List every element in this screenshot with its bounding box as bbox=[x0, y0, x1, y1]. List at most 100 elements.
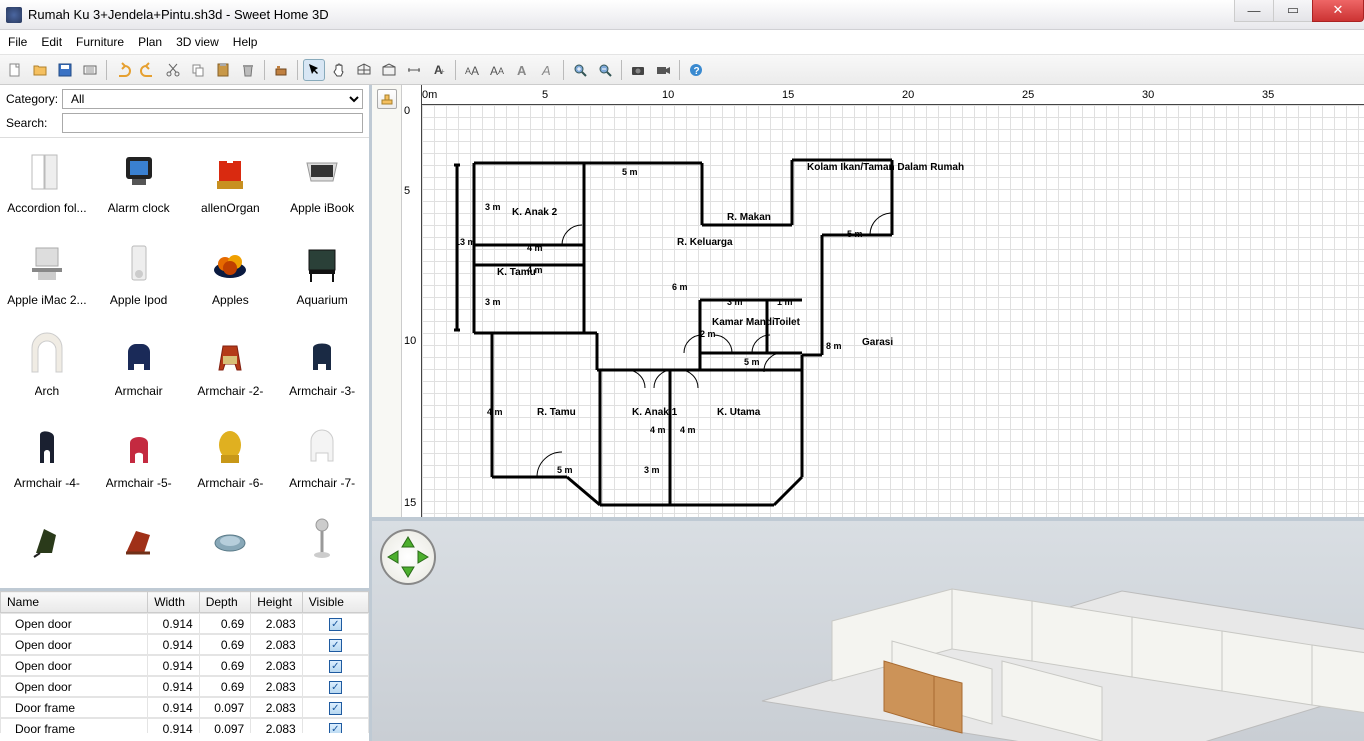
close-button[interactable]: ✕ bbox=[1312, 0, 1364, 22]
catalog-item[interactable]: Apple iMac 2... bbox=[2, 236, 92, 322]
visible-checkbox[interactable]: ✓ bbox=[329, 702, 342, 715]
visible-checkbox[interactable]: ✓ bbox=[329, 723, 342, 733]
menu-edit[interactable]: Edit bbox=[41, 35, 62, 49]
menu-3d-view[interactable]: 3D view bbox=[176, 35, 219, 49]
zoom-out-button[interactable] bbox=[594, 59, 616, 81]
furniture-table[interactable]: NameWidthDepthHeightVisible Open door0.9… bbox=[0, 591, 369, 741]
catalog-thumb bbox=[292, 419, 352, 474]
catalog-item[interactable]: Apple Ipod bbox=[94, 236, 184, 322]
help-button[interactable]: ? bbox=[685, 59, 707, 81]
catalog-item[interactable]: Apple iBook bbox=[277, 144, 367, 230]
add-furniture-button[interactable] bbox=[270, 59, 292, 81]
ruler-vertical: 051015 bbox=[402, 85, 422, 517]
visible-checkbox[interactable]: ✓ bbox=[329, 639, 342, 652]
ftable-header[interactable]: Name bbox=[1, 592, 148, 613]
ftable-header[interactable]: Width bbox=[148, 592, 200, 613]
create-photo-button[interactable] bbox=[627, 59, 649, 81]
category-select[interactable]: All bbox=[62, 89, 363, 109]
delete-button[interactable] bbox=[237, 59, 259, 81]
table-row[interactable]: Door frame0.9140.0972.083✓ bbox=[0, 697, 369, 718]
create-rooms-tool[interactable] bbox=[378, 59, 400, 81]
catalog-item[interactable]: Arch bbox=[2, 327, 92, 413]
table-row[interactable]: Open door0.9140.692.083✓ bbox=[0, 655, 369, 676]
dimension-label: 8 m bbox=[826, 341, 842, 351]
cut-button[interactable] bbox=[162, 59, 184, 81]
catalog-item[interactable]: Armchair -3- bbox=[277, 327, 367, 413]
catalog-item[interactable]: Armchair -5- bbox=[94, 419, 184, 505]
catalog-item-name: Accordion fol... bbox=[7, 201, 86, 215]
catalog-item-name: allenOrgan bbox=[201, 201, 260, 215]
copy-button[interactable] bbox=[187, 59, 209, 81]
catalog-item-name: Armchair bbox=[115, 384, 163, 398]
catalog-item-name: Apple iBook bbox=[290, 201, 354, 215]
catalog-item-name: Aquarium bbox=[296, 293, 347, 307]
menu-help[interactable]: Help bbox=[233, 35, 258, 49]
catalog-item[interactable]: Armchair -2- bbox=[186, 327, 276, 413]
catalog-item[interactable]: Aquarium bbox=[277, 236, 367, 322]
plan-area[interactable]: 0m5101520253035 051015 bbox=[402, 85, 1364, 517]
ftable-header[interactable]: Depth bbox=[199, 592, 251, 613]
undo-button[interactable] bbox=[112, 59, 134, 81]
menu-file[interactable]: File bbox=[8, 35, 27, 49]
catalog-thumb bbox=[109, 327, 169, 382]
paste-button[interactable] bbox=[212, 59, 234, 81]
preferences-button[interactable] bbox=[79, 59, 101, 81]
catalog-item[interactable]: Armchair bbox=[94, 327, 184, 413]
save-button[interactable] bbox=[54, 59, 76, 81]
view-3d[interactable] bbox=[372, 521, 1364, 741]
create-video-button[interactable] bbox=[652, 59, 674, 81]
floor-plan: K. Anak 2K. TamuR. KeluargaR. MakanKamar… bbox=[422, 105, 1364, 517]
dimension-label: 5 m bbox=[557, 465, 573, 475]
catalog-item[interactable]: Armchair -7- bbox=[277, 419, 367, 505]
catalog-item[interactable] bbox=[2, 510, 92, 582]
create-dimensions-tool[interactable] bbox=[403, 59, 425, 81]
catalog-item-name: Armchair -6- bbox=[197, 476, 263, 490]
toolbar: A+ AA AA A A ? bbox=[0, 55, 1364, 85]
dimension-label: 4 m bbox=[527, 265, 543, 275]
table-row[interactable]: Open door0.9140.692.083✓ bbox=[0, 634, 369, 655]
pan-tool[interactable] bbox=[328, 59, 350, 81]
catalog-item[interactable] bbox=[277, 510, 367, 582]
visible-checkbox[interactable]: ✓ bbox=[329, 660, 342, 673]
catalog-item[interactable]: Apples bbox=[186, 236, 276, 322]
select-tool[interactable] bbox=[303, 59, 325, 81]
catalog-item[interactable]: Armchair -6- bbox=[186, 419, 276, 505]
catalog-item[interactable] bbox=[94, 510, 184, 582]
catalog-item[interactable]: Accordion fol... bbox=[2, 144, 92, 230]
menu-furniture[interactable]: Furniture bbox=[76, 35, 124, 49]
table-row[interactable]: Open door0.9140.692.083✓ bbox=[0, 613, 369, 634]
menu-plan[interactable]: Plan bbox=[138, 35, 162, 49]
level-button[interactable] bbox=[377, 89, 397, 109]
furniture-catalog[interactable]: Accordion fol... Alarm clock allenOrgan App… bbox=[0, 138, 369, 588]
ftable-header[interactable]: Height bbox=[251, 592, 303, 613]
svg-text:+: + bbox=[440, 67, 445, 76]
decrease-text-size-button[interactable]: AA bbox=[486, 59, 508, 81]
open-button[interactable] bbox=[29, 59, 51, 81]
navigation-widget[interactable] bbox=[380, 529, 436, 585]
visible-checkbox[interactable]: ✓ bbox=[329, 681, 342, 694]
bold-button[interactable]: A bbox=[511, 59, 533, 81]
table-row[interactable]: Door frame0.9140.0972.083✓ bbox=[0, 718, 369, 733]
create-text-tool[interactable]: A+ bbox=[428, 59, 450, 81]
table-row[interactable]: Open door0.9140.692.083✓ bbox=[0, 676, 369, 697]
dimension-label: 4 m bbox=[650, 425, 666, 435]
minimize-button[interactable]: — bbox=[1234, 0, 1274, 22]
redo-button[interactable] bbox=[137, 59, 159, 81]
catalog-item[interactable]: allenOrgan bbox=[186, 144, 276, 230]
zoom-in-button[interactable] bbox=[569, 59, 591, 81]
svg-text:A: A bbox=[517, 63, 527, 78]
catalog-item[interactable]: Armchair -4- bbox=[2, 419, 92, 505]
new-button[interactable] bbox=[4, 59, 26, 81]
app-icon bbox=[6, 7, 22, 23]
maximize-button[interactable]: ▭ bbox=[1273, 0, 1313, 22]
room-label: Garasi bbox=[862, 337, 893, 348]
catalog-item[interactable]: Alarm clock bbox=[94, 144, 184, 230]
italic-button[interactable]: A bbox=[536, 59, 558, 81]
catalog-thumb bbox=[109, 144, 169, 199]
visible-checkbox[interactable]: ✓ bbox=[329, 618, 342, 631]
search-input[interactable] bbox=[62, 113, 363, 133]
catalog-item[interactable] bbox=[186, 510, 276, 582]
ftable-header[interactable]: Visible bbox=[302, 592, 368, 613]
create-walls-tool[interactable] bbox=[353, 59, 375, 81]
increase-text-size-button[interactable]: AA bbox=[461, 59, 483, 81]
